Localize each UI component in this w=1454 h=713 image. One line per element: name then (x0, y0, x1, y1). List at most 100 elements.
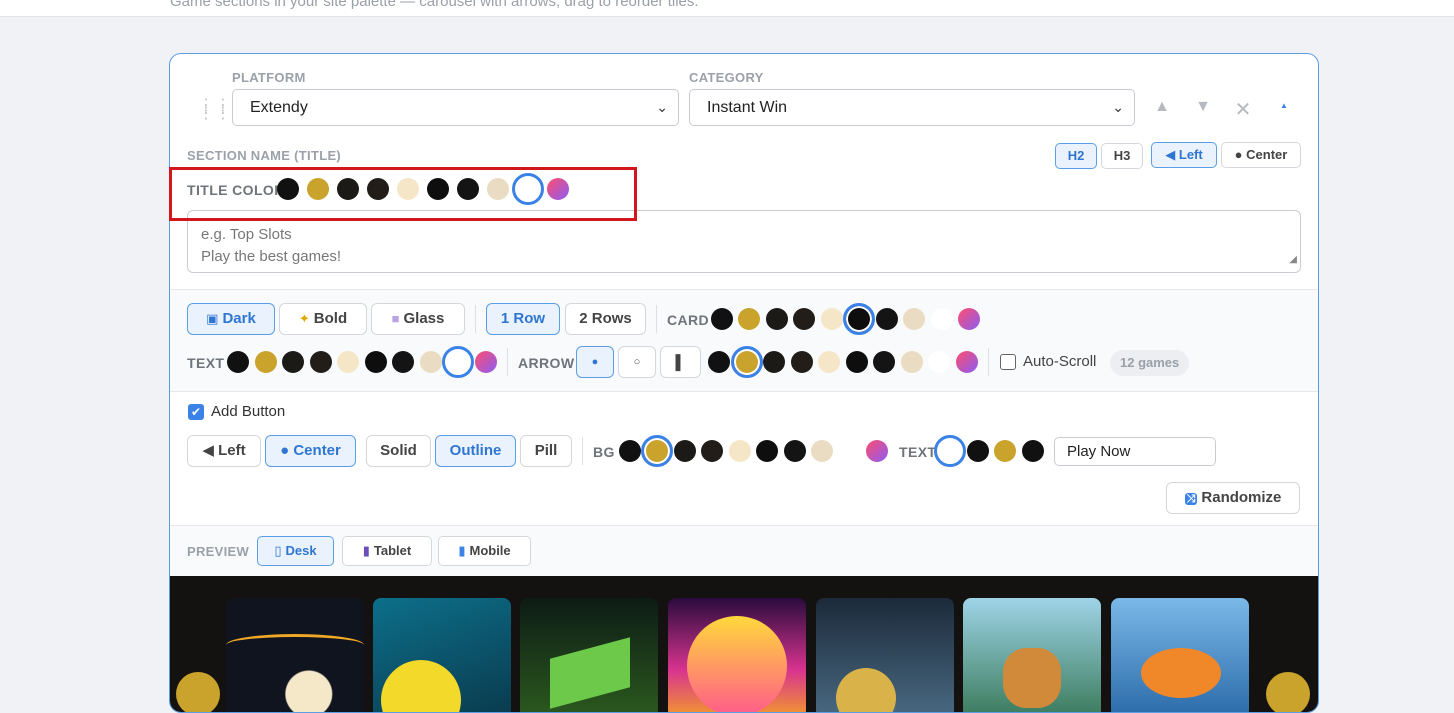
bg-swatch-5[interactable] (729, 440, 751, 462)
divider (475, 305, 476, 333)
arrow-swatch-7[interactable] (873, 351, 895, 373)
add-button-checkbox[interactable]: ✔ (188, 404, 204, 420)
category-value: Instant Win (707, 99, 788, 116)
button-variant-solid[interactable]: Solid (366, 435, 431, 467)
collapse-icon[interactable]: ▲ (1274, 101, 1294, 110)
bg-swatch-4[interactable] (701, 440, 723, 462)
title-swatch-4[interactable] (367, 178, 389, 200)
arrow-swatch-1[interactable] (708, 351, 730, 373)
section-subtitle-textarea[interactable]: e.g. Top Slots Play the best games! ◢ (187, 210, 1301, 273)
card-swatch-custom[interactable] (958, 308, 980, 330)
tile-art (381, 660, 461, 712)
button-text-input[interactable]: Play Now (1054, 437, 1216, 466)
card-swatch-2[interactable] (738, 308, 760, 330)
text-swatch-6[interactable] (365, 351, 387, 373)
card-swatch-6-selected[interactable] (843, 303, 875, 335)
text-swatch-2[interactable] (255, 351, 277, 373)
btn-text-swatch-1-selected[interactable] (934, 435, 966, 467)
bg-swatch-8[interactable] (811, 440, 833, 462)
arrow-swatch-custom[interactable] (956, 351, 978, 373)
text-swatch-1[interactable] (227, 351, 249, 373)
game-tile[interactable] (1111, 598, 1249, 712)
arrow-bar-button[interactable]: ▌ (660, 346, 701, 378)
arrow-swatch-4[interactable] (791, 351, 813, 373)
preview-tablet-button[interactable]: ▮ Tablet (342, 536, 432, 566)
style-bold-button[interactable]: ✦ Bold (279, 303, 367, 335)
text-swatch-3[interactable] (282, 351, 304, 373)
title-align-left-button[interactable]: ◀ Left (1151, 142, 1217, 168)
arrow-filled-button[interactable]: ● (576, 346, 614, 378)
button-align-center[interactable]: ● Center (265, 435, 356, 467)
close-icon[interactable]: ✕ (1233, 97, 1253, 122)
card-swatch-9[interactable] (931, 308, 953, 330)
move-up-icon[interactable]: ▲ (1152, 98, 1172, 116)
bg-swatch-9[interactable] (839, 440, 861, 462)
drag-handle-icon[interactable]: ⋮⋮ ⋮⋮ (198, 98, 232, 122)
text-swatch-9-selected[interactable] (442, 346, 474, 378)
text-swatch-7[interactable] (392, 351, 414, 373)
bg-swatch-1[interactable] (619, 440, 641, 462)
bg-swatch-6[interactable] (756, 440, 778, 462)
game-tile[interactable] (816, 598, 954, 712)
title-swatch-6[interactable] (427, 178, 449, 200)
button-variant-outline[interactable]: Outline (435, 435, 516, 467)
rows-two-button[interactable]: 2 Rows (565, 303, 646, 335)
carousel-prev-button[interactable] (176, 672, 220, 712)
title-swatch-2[interactable] (307, 178, 329, 200)
resize-grip-icon[interactable]: ◢ (1289, 249, 1297, 271)
title-swatch-custom[interactable] (547, 178, 569, 200)
bg-swatch-3[interactable] (674, 440, 696, 462)
title-swatch-7[interactable] (457, 178, 479, 200)
randomize-button[interactable]: ⤨ Randomize (1166, 482, 1300, 514)
arrow-swatch-9[interactable] (928, 351, 950, 373)
bg-swatch-2-selected[interactable] (641, 435, 673, 467)
btn-text-swatch-2[interactable] (967, 440, 989, 462)
button-variant-pill[interactable]: Pill (520, 435, 572, 467)
preview-desk-button[interactable]: ▯ Desk (257, 536, 334, 566)
card-swatch-5[interactable] (821, 308, 843, 330)
game-tile[interactable] (963, 598, 1101, 712)
title-swatch-5[interactable] (397, 178, 419, 200)
heading-h2-button[interactable]: H2 (1055, 143, 1097, 169)
btn-text-swatch-4[interactable] (1022, 440, 1044, 462)
arrow-swatch-3[interactable] (763, 351, 785, 373)
text-swatch-5[interactable] (337, 351, 359, 373)
card-swatch-3[interactable] (766, 308, 788, 330)
title-swatch-3[interactable] (337, 178, 359, 200)
heading-h3-button[interactable]: H3 (1101, 143, 1143, 169)
text-swatch-4[interactable] (310, 351, 332, 373)
auto-scroll-checkbox[interactable] (1000, 354, 1016, 370)
platform-select[interactable]: Extendy ⌄ (232, 89, 679, 126)
game-tile[interactable] (226, 598, 364, 712)
arrow-swatch-6[interactable] (846, 351, 868, 373)
arrow-swatch-2-selected[interactable] (731, 346, 763, 378)
arrow-swatch-8[interactable] (901, 351, 923, 373)
text-swatch-custom[interactable] (475, 351, 497, 373)
card-swatch-8[interactable] (903, 308, 925, 330)
card-swatch-1[interactable] (711, 308, 733, 330)
preview-mobile-button[interactable]: ▮ Mobile (438, 536, 531, 566)
card-swatch-7[interactable] (876, 308, 898, 330)
button-align-left[interactable]: ◀ Left (187, 435, 261, 467)
bg-swatch-7[interactable] (784, 440, 806, 462)
style-dark-button[interactable]: ▣ Dark (187, 303, 275, 335)
sparkle-icon: ✦ (298, 311, 310, 326)
carousel-next-button[interactable] (1266, 672, 1310, 712)
game-tile[interactable] (668, 598, 806, 712)
bg-swatch-custom[interactable] (866, 440, 888, 462)
arrow-outline-button[interactable]: ○ (618, 346, 656, 378)
category-select[interactable]: Instant Win ⌄ (689, 89, 1135, 126)
btn-text-swatch-3[interactable] (994, 440, 1016, 462)
style-glass-button[interactable]: ■ Glass (371, 303, 465, 335)
card-swatch-4[interactable] (793, 308, 815, 330)
move-down-icon[interactable]: ▼ (1193, 98, 1213, 116)
game-tile[interactable] (373, 598, 511, 712)
title-align-center-button[interactable]: ● Center (1221, 142, 1301, 168)
rows-one-button[interactable]: 1 Row (486, 303, 560, 335)
arrow-swatch-5[interactable] (818, 351, 840, 373)
title-swatch-8[interactable] (487, 178, 509, 200)
game-tile[interactable] (520, 598, 658, 712)
text-swatch-8[interactable] (420, 351, 442, 373)
title-swatch-1[interactable] (277, 178, 299, 200)
title-swatch-9-selected[interactable] (512, 173, 544, 205)
